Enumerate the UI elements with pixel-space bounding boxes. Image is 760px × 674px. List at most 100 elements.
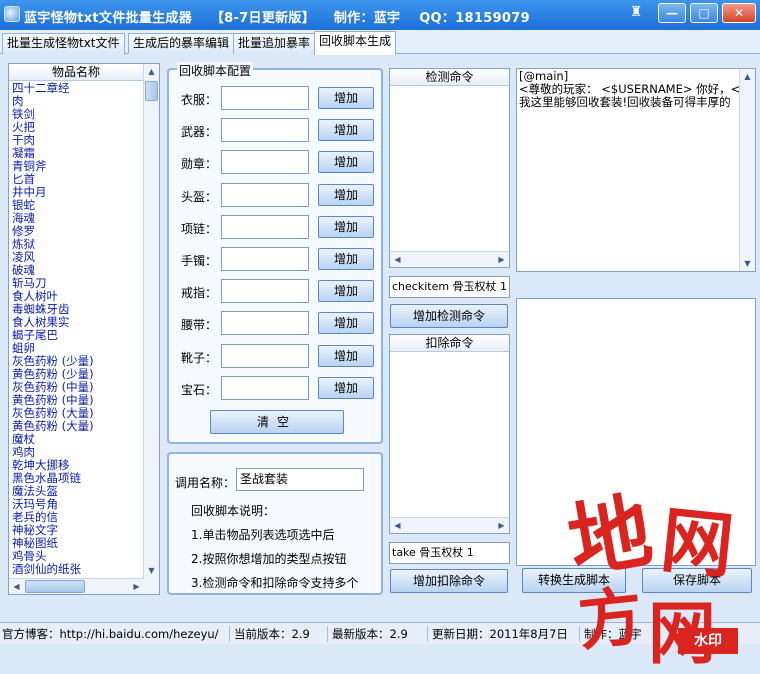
config-row-input[interactable] (221, 311, 309, 336)
window-title: 蓝宇怪物txt文件批量生成器 【8-7日更新版】 制作：蓝宇 QQ：181590… (24, 7, 544, 26)
call-name-label: 调用名称： (175, 476, 236, 490)
recycle-config-title: 回收脚本配置 (177, 62, 254, 79)
list-item[interactable]: 四十二章经 (12, 82, 144, 95)
config-row: 头盔： 增加 (169, 182, 383, 207)
config-row-input[interactable] (221, 279, 309, 304)
config-add-button[interactable]: 增加 (318, 87, 374, 109)
config-row-label: 衣服： (181, 93, 218, 107)
config-row: 武器： 增加 (169, 118, 383, 143)
tab-recycle-script[interactable]: 回收脚本生成 (314, 31, 397, 55)
config-row-label: 宝石： (181, 382, 218, 397)
scroll-thumb[interactable] (145, 81, 158, 101)
config-row-input[interactable] (221, 118, 309, 143)
script-output[interactable]: [@main] <尊敬的玩家： <$USERNAME> 你好，<欢迎 我这里能够回收… (516, 68, 756, 272)
config-row: 勋章： 增加 (169, 150, 383, 175)
scroll-right-icon[interactable]: ▶ (129, 579, 144, 594)
tab-batch-append[interactable]: 批量追加暴率 (233, 33, 316, 54)
hscroll-thumb[interactable] (25, 580, 85, 593)
title-author: 制作：蓝宇 (333, 11, 401, 26)
status-latest-version: 最新版本：2.9 (330, 626, 428, 642)
detect-command-header: 检测命令 (390, 69, 509, 86)
item-list-header: 物品名称 (9, 64, 143, 81)
watermark-stamp: 水印 (678, 628, 738, 654)
help-desc-title: 回收脚本说明： (191, 504, 276, 518)
title-version: 【8-7日更新版】 (210, 11, 316, 26)
script-vscrollbar[interactable]: ▲ ▼ (739, 69, 755, 271)
config-row-input[interactable] (221, 375, 309, 400)
detect-hscrollbar[interactable]: ◀ ▶ (390, 251, 509, 267)
config-row: 宝石： 增加 (169, 375, 383, 400)
title-app-name: 蓝宇怪物txt文件批量生成器 (24, 11, 193, 26)
config-row-input[interactable] (221, 247, 309, 271)
close-button[interactable]: ✕ (722, 3, 756, 23)
scroll-down-icon[interactable]: ▼ (144, 563, 159, 578)
config-add-button[interactable]: 增加 (318, 376, 374, 399)
status-blog[interactable]: 官方博客：http://hi.baidu.com/hezeyu/ (0, 626, 230, 642)
config-add-button[interactable]: 增加 (318, 215, 374, 238)
scroll-left-icon[interactable]: ◀ (390, 518, 405, 533)
title-qq: QQ：18159079 (419, 11, 530, 26)
config-row: 衣服： 增加 (169, 86, 383, 110)
config-add-button[interactable]: 增加 (318, 151, 374, 174)
tab-drop-rate-edit[interactable]: 生成后的暴率编辑 (128, 33, 235, 54)
script-text[interactable]: [@main] <尊敬的玩家： <$USERNAME> 你好，<欢迎 我这里能够回收… (519, 70, 739, 109)
status-current-version: 当前版本：2.9 (232, 626, 328, 642)
config-row-label: 戒指： (181, 286, 218, 301)
minimize-button[interactable]: — (658, 3, 686, 23)
config-row-label: 项链： (181, 221, 218, 236)
scroll-up-icon[interactable]: ▲ (740, 69, 755, 84)
clear-button[interactable]: 清空 (210, 410, 344, 434)
config-row-input[interactable] (221, 182, 309, 207)
watermark-char-2: 网 (657, 496, 738, 589)
config-row-input[interactable] (221, 214, 309, 239)
item-list-hscrollbar[interactable]: ◀ ▶ (9, 578, 144, 594)
title-bar: 蓝宇怪物txt文件批量生成器 【8-7日更新版】 制作：蓝宇 QQ：181590… (0, 0, 760, 30)
add-detect-command-button[interactable]: 增加检测命令 (390, 304, 508, 328)
script-line-3: 我这里能够回收套装!回收装备可得丰厚的 (519, 95, 731, 109)
config-row-label: 腰带： (181, 318, 218, 333)
scroll-left-icon[interactable]: ◀ (9, 579, 24, 594)
scroll-up-icon[interactable]: ▲ (144, 64, 159, 79)
detect-command-list: 检测命令 ◀ ▶ (389, 68, 510, 268)
deduct-hscrollbar[interactable]: ◀ ▶ (390, 517, 509, 533)
item-list: 物品名称 四十二章经肉铁剑 火把 干肉 凝霜 青铜斧 匕首 井中月 银蛇 海魂 修罗 炼狱 凌风 破魂斩… (8, 63, 160, 595)
scroll-left-icon[interactable]: ◀ (390, 252, 405, 267)
skin-icon[interactable]: ♜ (628, 3, 644, 23)
help-line-3: 3.检测命令和扣除命令支持多个 (191, 576, 359, 590)
item-list-vscrollbar[interactable]: ▲ ▼ (143, 64, 159, 594)
tab-bar: 批量生成怪物txt文件 生成后的暴率编辑 批量追加暴率 回收脚本生成 (0, 30, 760, 55)
add-deduct-command-button[interactable]: 增加扣除命令 (390, 569, 508, 593)
config-add-button[interactable]: 增加 (318, 183, 374, 206)
config-row-input[interactable] (221, 86, 309, 110)
config-add-button[interactable]: 增加 (318, 344, 374, 367)
config-row-label: 头盔： (181, 189, 218, 204)
detect-command-input[interactable]: checkitem 骨玉权杖 1 (389, 276, 510, 298)
tab-batch-generate[interactable]: 批量生成怪物txt文件 (2, 33, 125, 54)
config-row: 手镯： 增加 (169, 247, 383, 271)
config-add-button[interactable]: 增加 (318, 280, 374, 303)
config-row: 靴子： 增加 (169, 343, 383, 368)
config-row-input[interactable] (221, 343, 309, 368)
config-row-input[interactable] (221, 150, 309, 175)
config-row-label: 武器： (181, 125, 218, 140)
recycle-config-group: 回收脚本配置 衣服： 增加 武器： 增加 勋章： 增加 头盔： 增加 项链： 增加 手镯： 增加 戒指：… (167, 62, 383, 444)
status-bar: 官方博客：http://hi.baidu.com/hezeyu/ 当前版本：2.… (0, 622, 760, 644)
config-add-button[interactable]: 增加 (318, 119, 374, 142)
call-name-input[interactable]: 圣战套装 (236, 468, 364, 491)
scroll-right-icon[interactable]: ▶ (494, 518, 509, 533)
watermark-char-3: 方 (574, 578, 647, 661)
config-add-button[interactable]: 增加 (318, 312, 374, 335)
app-icon (4, 6, 20, 22)
list-item[interactable]: 酒剑仙的纸张 (12, 563, 144, 576)
config-add-button[interactable]: 增加 (318, 248, 374, 270)
help-group: 调用名称： 圣战套装 回收脚本说明： 1.单击物品列表选项选中后 2.按照你想增… (167, 452, 383, 595)
deduct-command-input[interactable]: take 骨玉权杖 1 (389, 542, 510, 564)
config-row: 戒指： 增加 (169, 279, 383, 304)
config-row: 腰带： 增加 (169, 311, 383, 336)
status-update-date: 更新日期：2011年8月7日 (430, 626, 580, 642)
maximize-button[interactable]: □ (690, 3, 718, 23)
bottom-strip (0, 644, 760, 674)
scroll-right-icon[interactable]: ▶ (494, 252, 509, 267)
scroll-down-icon[interactable]: ▼ (740, 256, 755, 271)
item-list-body: 四十二章经肉铁剑 火把 干肉 凝霜 青铜斧 匕首 井中月 银蛇 海魂 修罗 炼狱 凌风 破魂 斩马刀 食人树… (12, 82, 144, 576)
